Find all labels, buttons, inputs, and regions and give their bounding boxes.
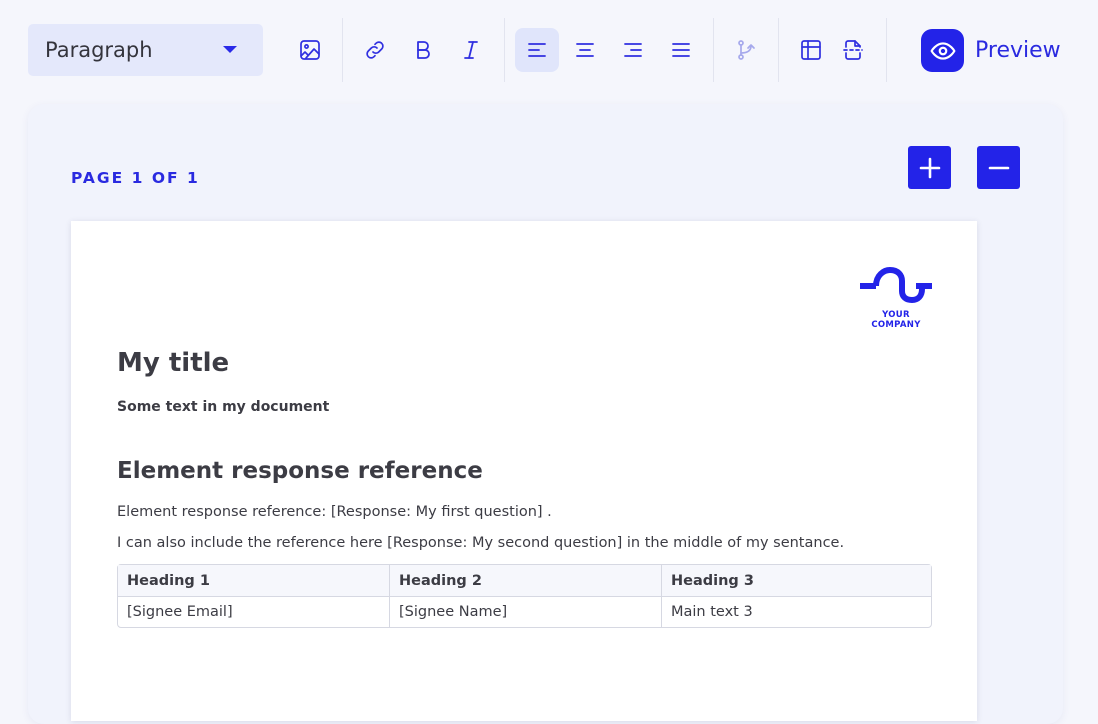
plus-icon bbox=[919, 157, 940, 178]
image-icon bbox=[300, 40, 320, 60]
toolbar-divider bbox=[713, 18, 714, 82]
toolbar-divider bbox=[342, 18, 343, 82]
link-icon bbox=[366, 41, 384, 59]
table-cell[interactable]: [Signee Name] bbox=[389, 597, 661, 627]
align-center-icon bbox=[576, 43, 594, 57]
document-subtitle: Some text in my document bbox=[117, 399, 330, 415]
company-logo-text: YOUR COMPANY bbox=[871, 310, 921, 330]
insert-table-button[interactable] bbox=[789, 28, 833, 72]
git-branch-icon bbox=[738, 40, 755, 60]
align-left-button[interactable] bbox=[515, 28, 559, 72]
table-cell[interactable]: [Signee Email] bbox=[118, 597, 389, 627]
remove-page-button[interactable] bbox=[977, 146, 1020, 189]
table-header-cell[interactable]: Heading 2 bbox=[389, 565, 661, 597]
document-page[interactable]: YOUR COMPANY My title Some text in my do… bbox=[71, 221, 977, 721]
preview-button[interactable]: Preview bbox=[921, 29, 1061, 72]
toolbar-divider bbox=[778, 18, 779, 82]
preview-label: Preview bbox=[975, 38, 1061, 63]
company-logo-mark bbox=[860, 266, 932, 304]
document-paragraph: Element response reference: [Response: M… bbox=[117, 504, 552, 520]
align-center-button[interactable] bbox=[563, 28, 607, 72]
table-row: [Signee Email] [Signee Name] Main text 3 bbox=[118, 597, 931, 627]
align-right-icon bbox=[624, 43, 642, 57]
justify-icon bbox=[672, 43, 690, 57]
caret-down-icon bbox=[223, 46, 237, 53]
page-break-button[interactable] bbox=[831, 28, 875, 72]
bold-icon bbox=[417, 41, 430, 59]
italic-button[interactable] bbox=[449, 28, 493, 72]
document-table[interactable]: Heading 1 Heading 2 Heading 3 [Signee Em… bbox=[117, 564, 932, 628]
add-page-button[interactable] bbox=[908, 146, 951, 189]
bold-button[interactable] bbox=[401, 28, 445, 72]
page-counter: PAGE 1 OF 1 bbox=[71, 169, 200, 187]
insert-reference-button[interactable] bbox=[724, 28, 768, 72]
table-icon bbox=[801, 40, 821, 60]
italic-icon bbox=[464, 41, 478, 59]
align-left-icon bbox=[528, 43, 546, 57]
document-title: My title bbox=[117, 348, 230, 378]
insert-image-button[interactable] bbox=[288, 28, 332, 72]
align-right-button[interactable] bbox=[611, 28, 655, 72]
paragraph-style-select[interactable]: Paragraph bbox=[28, 24, 263, 76]
table-cell[interactable]: Main text 3 bbox=[661, 597, 931, 627]
minus-icon bbox=[988, 166, 1009, 169]
toolbar-divider bbox=[886, 18, 887, 82]
insert-link-button[interactable] bbox=[353, 28, 397, 72]
eye-icon bbox=[921, 29, 964, 72]
justify-button[interactable] bbox=[659, 28, 703, 72]
page-break-icon bbox=[843, 40, 863, 60]
company-logo: YOUR COMPANY bbox=[858, 265, 934, 330]
table-header-cell[interactable]: Heading 1 bbox=[118, 565, 389, 597]
editor-toolbar: Paragraph Preview bbox=[0, 0, 1098, 100]
table-header-row: Heading 1 Heading 2 Heading 3 bbox=[118, 565, 931, 597]
document-heading: Element response reference bbox=[117, 458, 483, 484]
toolbar-divider bbox=[504, 18, 505, 82]
table-header-cell[interactable]: Heading 3 bbox=[661, 565, 931, 597]
paragraph-style-value: Paragraph bbox=[45, 38, 153, 62]
document-paragraph: I can also include the reference here [R… bbox=[117, 535, 845, 551]
